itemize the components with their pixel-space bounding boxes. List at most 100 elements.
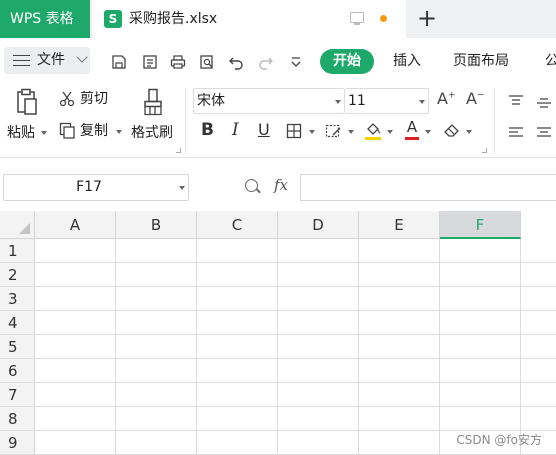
- font-group-launcher-icon[interactable]: [482, 148, 487, 153]
- gridline-horizontal: [35, 262, 556, 263]
- column-header-b[interactable]: B: [116, 211, 197, 239]
- format-painter-label[interactable]: 格式刷: [131, 124, 173, 142]
- menu-bar: 文件 开始 插入 页面布局 公: [0, 38, 556, 84]
- fill-color-dropdown-caret[interactable]: [387, 130, 393, 134]
- clear-dropdown-caret[interactable]: [466, 130, 472, 134]
- document-tab[interactable]: S 采购报告.xlsx: [92, 0, 406, 38]
- select-all-button[interactable]: [0, 211, 35, 239]
- paste-icon[interactable]: [16, 88, 38, 116]
- column-header-f[interactable]: F: [440, 211, 521, 239]
- gridline-horizontal: [35, 310, 556, 311]
- gridline-vertical: [520, 239, 521, 455]
- font-color-letter: A: [406, 118, 418, 136]
- gridline-vertical: [439, 239, 440, 455]
- new-tab-plus-icon[interactable]: +: [415, 6, 439, 30]
- row-header-9[interactable]: 9: [0, 431, 35, 455]
- font-color-swatch: [405, 137, 419, 140]
- formula-bar: F17 fx: [0, 158, 556, 211]
- gridline-vertical: [115, 239, 116, 455]
- gridline-vertical: [196, 239, 197, 455]
- paste-label[interactable]: 粘贴: [7, 124, 35, 142]
- formula-input[interactable]: [300, 174, 556, 201]
- format-painter-icon[interactable]: [142, 88, 164, 116]
- ribbon-home: 粘贴 剪切 复制 格式刷 宋体 11 A+ A− B I U A: [0, 84, 556, 158]
- column-header-c[interactable]: C: [197, 211, 278, 239]
- cell-reference: F17: [76, 179, 102, 195]
- file-menu-label: 文件: [37, 52, 65, 68]
- column-header-a[interactable]: A: [35, 211, 116, 239]
- decrease-font-size-icon[interactable]: A−: [466, 89, 485, 108]
- row-header-5[interactable]: 5: [0, 335, 35, 359]
- row-header-4[interactable]: 4: [0, 311, 35, 335]
- divider: [185, 88, 186, 154]
- row-header-3[interactable]: 3: [0, 287, 35, 311]
- copy-label[interactable]: 复制: [80, 122, 108, 140]
- fill-color-icon[interactable]: [364, 121, 382, 141]
- font-name-value: 宋体: [197, 93, 225, 109]
- name-box-dropdown-caret[interactable]: [179, 186, 185, 190]
- name-box[interactable]: F17: [3, 174, 189, 201]
- cell-style-icon[interactable]: [325, 123, 342, 139]
- cell-style-dropdown-caret[interactable]: [348, 130, 354, 134]
- unsaved-dot-icon: [380, 15, 387, 22]
- row-header-8[interactable]: 8: [0, 407, 35, 431]
- cut-label[interactable]: 剪切: [80, 90, 108, 108]
- undo-icon[interactable]: [228, 54, 244, 70]
- spreadsheet-icon: S: [104, 10, 122, 28]
- file-menu-button[interactable]: 文件: [4, 47, 90, 74]
- save-icon[interactable]: [111, 54, 127, 70]
- underline-button[interactable]: U: [258, 120, 270, 139]
- divider: [494, 88, 495, 154]
- increase-font-size-icon[interactable]: A+: [437, 89, 456, 108]
- shrink-font-letter: A: [466, 89, 477, 108]
- scissors-icon[interactable]: [59, 91, 75, 107]
- copy-icon[interactable]: [59, 122, 75, 139]
- paste-dropdown-caret[interactable]: [41, 131, 47, 135]
- row-header-6[interactable]: 6: [0, 359, 35, 383]
- font-name-select[interactable]: 宋体: [193, 88, 345, 114]
- tab-insert[interactable]: 插入: [393, 49, 421, 74]
- redo-icon[interactable]: [258, 54, 274, 70]
- font-color-dropdown-caret[interactable]: [425, 130, 431, 134]
- copy-dropdown-caret[interactable]: [116, 130, 122, 134]
- italic-button[interactable]: I: [232, 120, 239, 140]
- align-left-icon[interactable]: [508, 124, 524, 137]
- borders-icon[interactable]: [286, 123, 302, 139]
- font-color-icon[interactable]: A: [405, 119, 419, 141]
- title-bar: WPS 表格 S 采购报告.xlsx +: [0, 0, 556, 38]
- print-preview-icon[interactable]: [199, 54, 215, 70]
- gridline-horizontal: [35, 334, 556, 335]
- row-header-1[interactable]: 1: [0, 239, 35, 263]
- customize-toolbar-icon[interactable]: [288, 54, 304, 70]
- gridline-horizontal: [35, 406, 556, 407]
- spreadsheet-grid[interactable]: ABCDEF 123456789: [0, 211, 556, 455]
- zoom-icon[interactable]: [245, 179, 258, 192]
- row-header-7[interactable]: 7: [0, 383, 35, 407]
- gridline-vertical: [358, 239, 359, 455]
- print-icon[interactable]: [170, 54, 186, 70]
- tab-page-layout[interactable]: 页面布局: [453, 49, 509, 74]
- hamburger-icon: [13, 55, 30, 66]
- tab-home[interactable]: 开始: [320, 49, 374, 74]
- font-size-dropdown-caret: [419, 100, 425, 104]
- eraser-icon[interactable]: [443, 122, 460, 138]
- borders-dropdown-caret[interactable]: [309, 130, 315, 134]
- font-name-dropdown-caret: [335, 100, 341, 104]
- align-middle-icon[interactable]: [536, 94, 552, 108]
- row-header-2[interactable]: 2: [0, 263, 35, 287]
- font-size-select[interactable]: 11: [345, 88, 429, 114]
- document-title: 采购报告.xlsx: [129, 11, 218, 27]
- export-icon[interactable]: [142, 54, 158, 70]
- monitor-icon[interactable]: [350, 12, 364, 25]
- tab-formulas-partial[interactable]: 公: [545, 49, 556, 74]
- column-header-d[interactable]: D: [278, 211, 359, 239]
- insert-function-icon[interactable]: fx: [274, 176, 288, 194]
- bold-button[interactable]: B: [201, 120, 214, 140]
- align-top-icon[interactable]: [508, 92, 524, 105]
- font-size-value: 11: [348, 93, 366, 109]
- align-center-icon[interactable]: [536, 124, 552, 137]
- clipboard-group-launcher-icon[interactable]: [176, 148, 181, 153]
- column-header-e[interactable]: E: [359, 211, 440, 239]
- app-tab[interactable]: WPS 表格: [0, 0, 90, 38]
- gridline-vertical: [277, 239, 278, 455]
